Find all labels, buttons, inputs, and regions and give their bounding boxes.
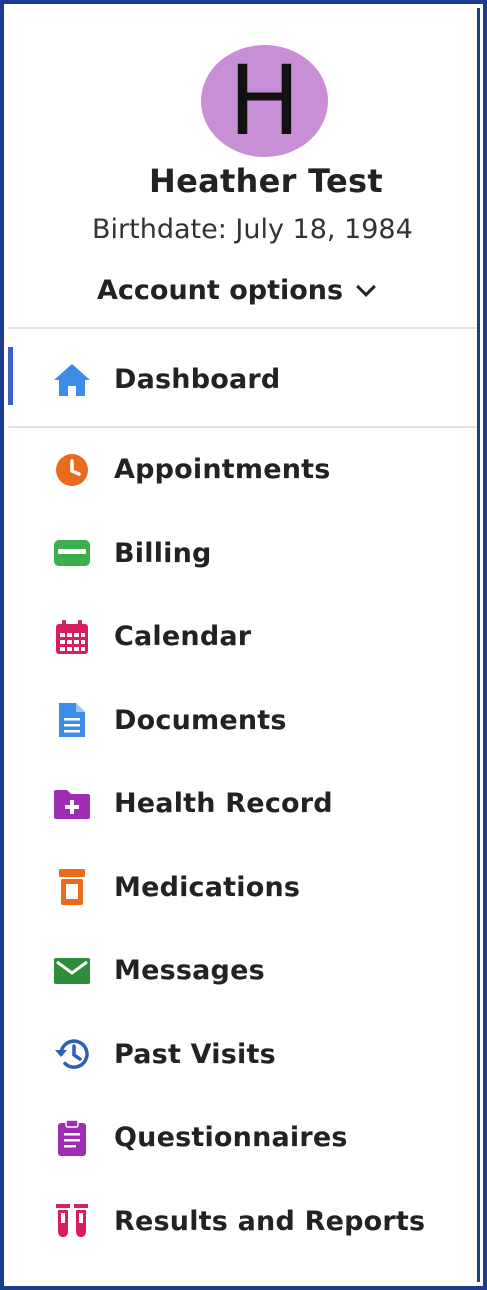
folder-plus-icon [52, 784, 92, 824]
nav-item-health-record[interactable]: Health Record [8, 762, 477, 846]
home-icon [52, 360, 92, 400]
nav-label-results-and-reports: Results and Reports [114, 1205, 426, 1237]
nav-label-messages: Messages [114, 955, 265, 987]
nav-label-billing: Billing [114, 537, 212, 569]
account-options-button[interactable]: Account options [97, 275, 376, 306]
nav-item-dashboard[interactable]: Dashboard [8, 330, 477, 426]
nav-item-questionnaires[interactable]: Questionnaires [8, 1096, 477, 1180]
nav-label-questionnaires: Questionnaires [114, 1122, 348, 1154]
wallet-icon [52, 533, 92, 573]
app-frame: H Heather Test Birthdate: July 18, 1984 … [0, 0, 487, 1290]
nav-menu: Dashboard Appointments Billing Calendar … [8, 330, 477, 1263]
birthdate: Birthdate: July 18, 1984 [92, 214, 413, 245]
nav-item-messages[interactable]: Messages [8, 929, 477, 1013]
nav-item-calendar[interactable]: Calendar [8, 595, 477, 679]
envelope-icon [52, 951, 92, 991]
nav-item-appointments[interactable]: Appointments [8, 428, 477, 512]
nav-item-documents[interactable]: Documents [8, 679, 477, 763]
nav-label-dashboard: Dashboard [114, 364, 281, 395]
clipboard-icon [52, 1118, 92, 1158]
sidebar: H Heather Test Birthdate: July 18, 1984 … [8, 8, 480, 1282]
nav-item-medications[interactable]: Medications [8, 846, 477, 930]
avatar: H [201, 45, 328, 157]
nav-label-medications: Medications [114, 871, 301, 903]
nav-label-calendar: Calendar [114, 621, 252, 653]
nav-item-past-visits[interactable]: Past Visits [8, 1013, 477, 1097]
chevron-down-icon [356, 277, 376, 297]
nav-label-past-visits: Past Visits [114, 1038, 276, 1070]
nav-item-results-and-reports[interactable]: Results and Reports [8, 1180, 477, 1264]
profile-section: H Heather Test Birthdate: July 18, 1984 … [8, 8, 477, 328]
divider [8, 327, 477, 329]
history-icon [52, 1034, 92, 1074]
account-options-label: Account options [97, 275, 344, 306]
calendar-icon [52, 617, 92, 657]
profile-name: Heather Test [148, 162, 383, 200]
test-tubes-icon [52, 1201, 92, 1241]
nav-item-billing[interactable]: Billing [8, 512, 477, 596]
pill-bottle-icon [52, 867, 92, 907]
clock-icon [52, 450, 92, 490]
nav-label-appointments: Appointments [114, 454, 331, 486]
nav-label-documents: Documents [114, 704, 287, 736]
document-icon [52, 700, 92, 740]
nav-label-health-record: Health Record [114, 788, 333, 820]
